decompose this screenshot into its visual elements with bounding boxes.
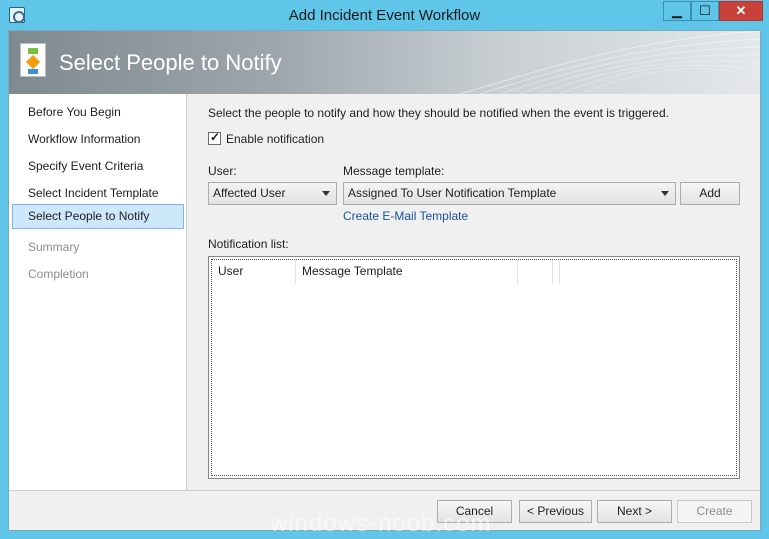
wizard-window: Add Incident Event Workflow ▁ ☐ ✕ Select… bbox=[0, 0, 769, 539]
watermark-text: windows-noob.com bbox=[270, 510, 492, 537]
previous-button[interactable]: < Previous bbox=[519, 500, 592, 523]
column-header-blank-1[interactable] bbox=[518, 260, 553, 284]
user-dropdown[interactable]: Affected User bbox=[208, 182, 337, 205]
maximize-button[interactable]: ☐ bbox=[691, 1, 719, 21]
window-title: Add Incident Event Workflow bbox=[288, 7, 481, 24]
column-header-message-template[interactable]: Message Template bbox=[296, 260, 518, 284]
client-area: Select People to Notify Before You Begin… bbox=[8, 30, 761, 531]
user-dropdown-value: Affected User bbox=[213, 186, 286, 200]
column-header-blank-2[interactable] bbox=[553, 260, 560, 284]
notification-list[interactable]: User Message Template bbox=[208, 256, 740, 479]
notification-list-label: Notification list: bbox=[208, 237, 289, 251]
enable-notification-checkbox[interactable] bbox=[208, 130, 221, 145]
close-button[interactable]: ✕ bbox=[719, 1, 763, 21]
user-label: User: bbox=[208, 164, 237, 178]
main-panel: Select the people to notify and how they… bbox=[188, 94, 760, 490]
chevron-down-icon bbox=[322, 191, 330, 196]
minimize-button[interactable]: ▁ bbox=[663, 1, 691, 21]
workflow-icon bbox=[20, 43, 46, 77]
next-button[interactable]: Next > bbox=[597, 500, 672, 523]
header-banner: Select People to Notify bbox=[9, 31, 760, 94]
nav-item-select-incident-template[interactable]: Select Incident Template bbox=[12, 181, 184, 206]
nav-item-workflow-information[interactable]: Workflow Information bbox=[12, 127, 184, 152]
banner-swoosh-graphic bbox=[460, 31, 760, 94]
page-title: Select People to Notify bbox=[59, 50, 282, 75]
message-template-dropdown[interactable]: Assigned To User Notification Template bbox=[343, 182, 676, 205]
message-template-value: Assigned To User Notification Template bbox=[348, 186, 557, 200]
wizard-step-nav: Before You Begin Workflow Information Sp… bbox=[9, 94, 187, 490]
create-email-template-link[interactable]: Create E-Mail Template bbox=[343, 209, 468, 223]
notification-list-body: User Message Template bbox=[211, 259, 737, 476]
chevron-down-icon bbox=[661, 191, 669, 196]
create-button: Create bbox=[677, 500, 752, 523]
message-template-label: Message template: bbox=[343, 164, 445, 178]
description-text: Select the people to notify and how they… bbox=[208, 106, 669, 120]
enable-notification-label[interactable]: Enable notification bbox=[226, 132, 324, 146]
title-bar[interactable]: Add Incident Event Workflow ▁ ☐ ✕ bbox=[0, 0, 769, 30]
nav-item-summary: Summary bbox=[28, 240, 80, 254]
nav-item-select-people-to-notify[interactable]: Select People to Notify bbox=[12, 204, 184, 229]
nav-item-completion: Completion bbox=[28, 267, 89, 281]
nav-item-specify-event-criteria[interactable]: Specify Event Criteria bbox=[12, 154, 184, 179]
nav-item-before-you-begin[interactable]: Before You Begin bbox=[12, 100, 184, 125]
add-button[interactable]: Add bbox=[680, 182, 740, 205]
column-header-user[interactable]: User bbox=[212, 260, 296, 284]
